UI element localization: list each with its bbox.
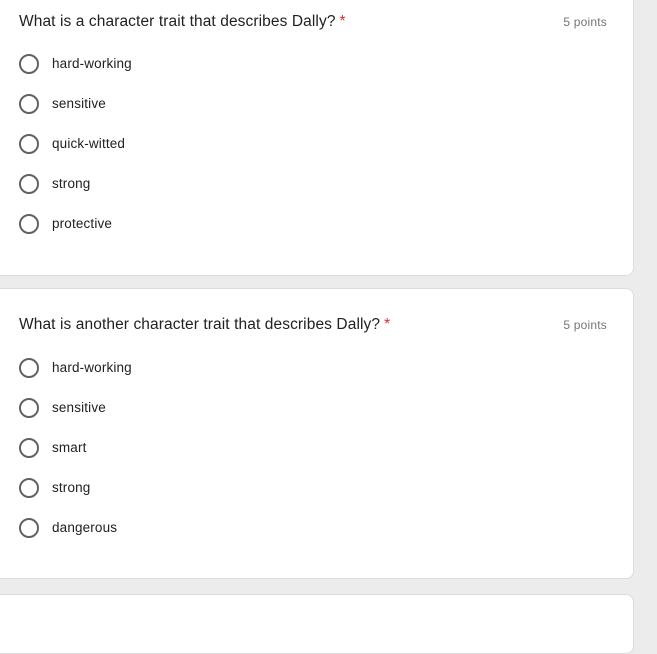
question-card-next-partial[interactable] — [0, 594, 634, 654]
question-header: What is a character trait that describes… — [19, 11, 609, 33]
option-label: quick-witted — [52, 136, 126, 151]
option-row[interactable]: quick-witted — [19, 124, 609, 164]
option-label: hard-working — [52, 56, 132, 71]
question-points: 5 points — [563, 318, 607, 332]
radio-button-icon[interactable] — [19, 478, 39, 498]
option-row[interactable]: hard-working — [19, 44, 609, 84]
question-title: What is a character trait that describes… — [19, 11, 346, 33]
option-row[interactable]: strong — [19, 468, 609, 508]
form-question-list[interactable]: What is a character trait that describes… — [0, 0, 657, 654]
options-list: hard-working sensitive smart strong dang… — [19, 348, 609, 548]
question-title: What is another character trait that des… — [19, 314, 390, 336]
question-card[interactable]: What is another character trait that des… — [0, 288, 634, 579]
question-title-text: What is a character trait that describes… — [19, 13, 336, 30]
radio-button-icon[interactable] — [19, 398, 39, 418]
option-label: sensitive — [52, 400, 106, 415]
option-row[interactable]: dangerous — [19, 508, 609, 548]
radio-button-icon[interactable] — [19, 174, 39, 194]
radio-button-icon[interactable] — [19, 54, 39, 74]
question-card[interactable]: What is a character trait that describes… — [0, 0, 634, 276]
radio-button-icon[interactable] — [19, 358, 39, 378]
question-points: 5 points — [563, 15, 607, 29]
radio-button-icon[interactable] — [19, 134, 39, 154]
option-label: hard-working — [52, 360, 132, 375]
option-row[interactable]: smart — [19, 428, 609, 468]
option-row[interactable]: hard-working — [19, 348, 609, 388]
radio-button-icon[interactable] — [19, 214, 39, 234]
option-label: sensitive — [52, 96, 106, 111]
option-row[interactable]: sensitive — [19, 388, 609, 428]
question-card-inner: What is a character trait that describes… — [0, 0, 633, 275]
option-label: protective — [52, 216, 113, 231]
option-label: strong — [52, 480, 91, 495]
radio-button-icon[interactable] — [19, 94, 39, 114]
options-list: hard-working sensitive quick-witted stro… — [19, 44, 609, 244]
question-header: What is another character trait that des… — [19, 314, 609, 336]
radio-button-icon[interactable] — [19, 518, 39, 538]
option-row[interactable]: strong — [19, 164, 609, 204]
option-label: dangerous — [52, 520, 118, 535]
option-label: strong — [52, 176, 91, 191]
required-asterisk: * — [339, 13, 346, 30]
option-row[interactable]: sensitive — [19, 84, 609, 124]
question-title-text: What is another character trait that des… — [19, 316, 381, 333]
radio-button-icon[interactable] — [19, 438, 39, 458]
option-label: smart — [52, 440, 87, 455]
question-card-inner: What is another character trait that des… — [0, 289, 633, 578]
required-asterisk: * — [384, 316, 391, 333]
option-row[interactable]: protective — [19, 204, 609, 244]
